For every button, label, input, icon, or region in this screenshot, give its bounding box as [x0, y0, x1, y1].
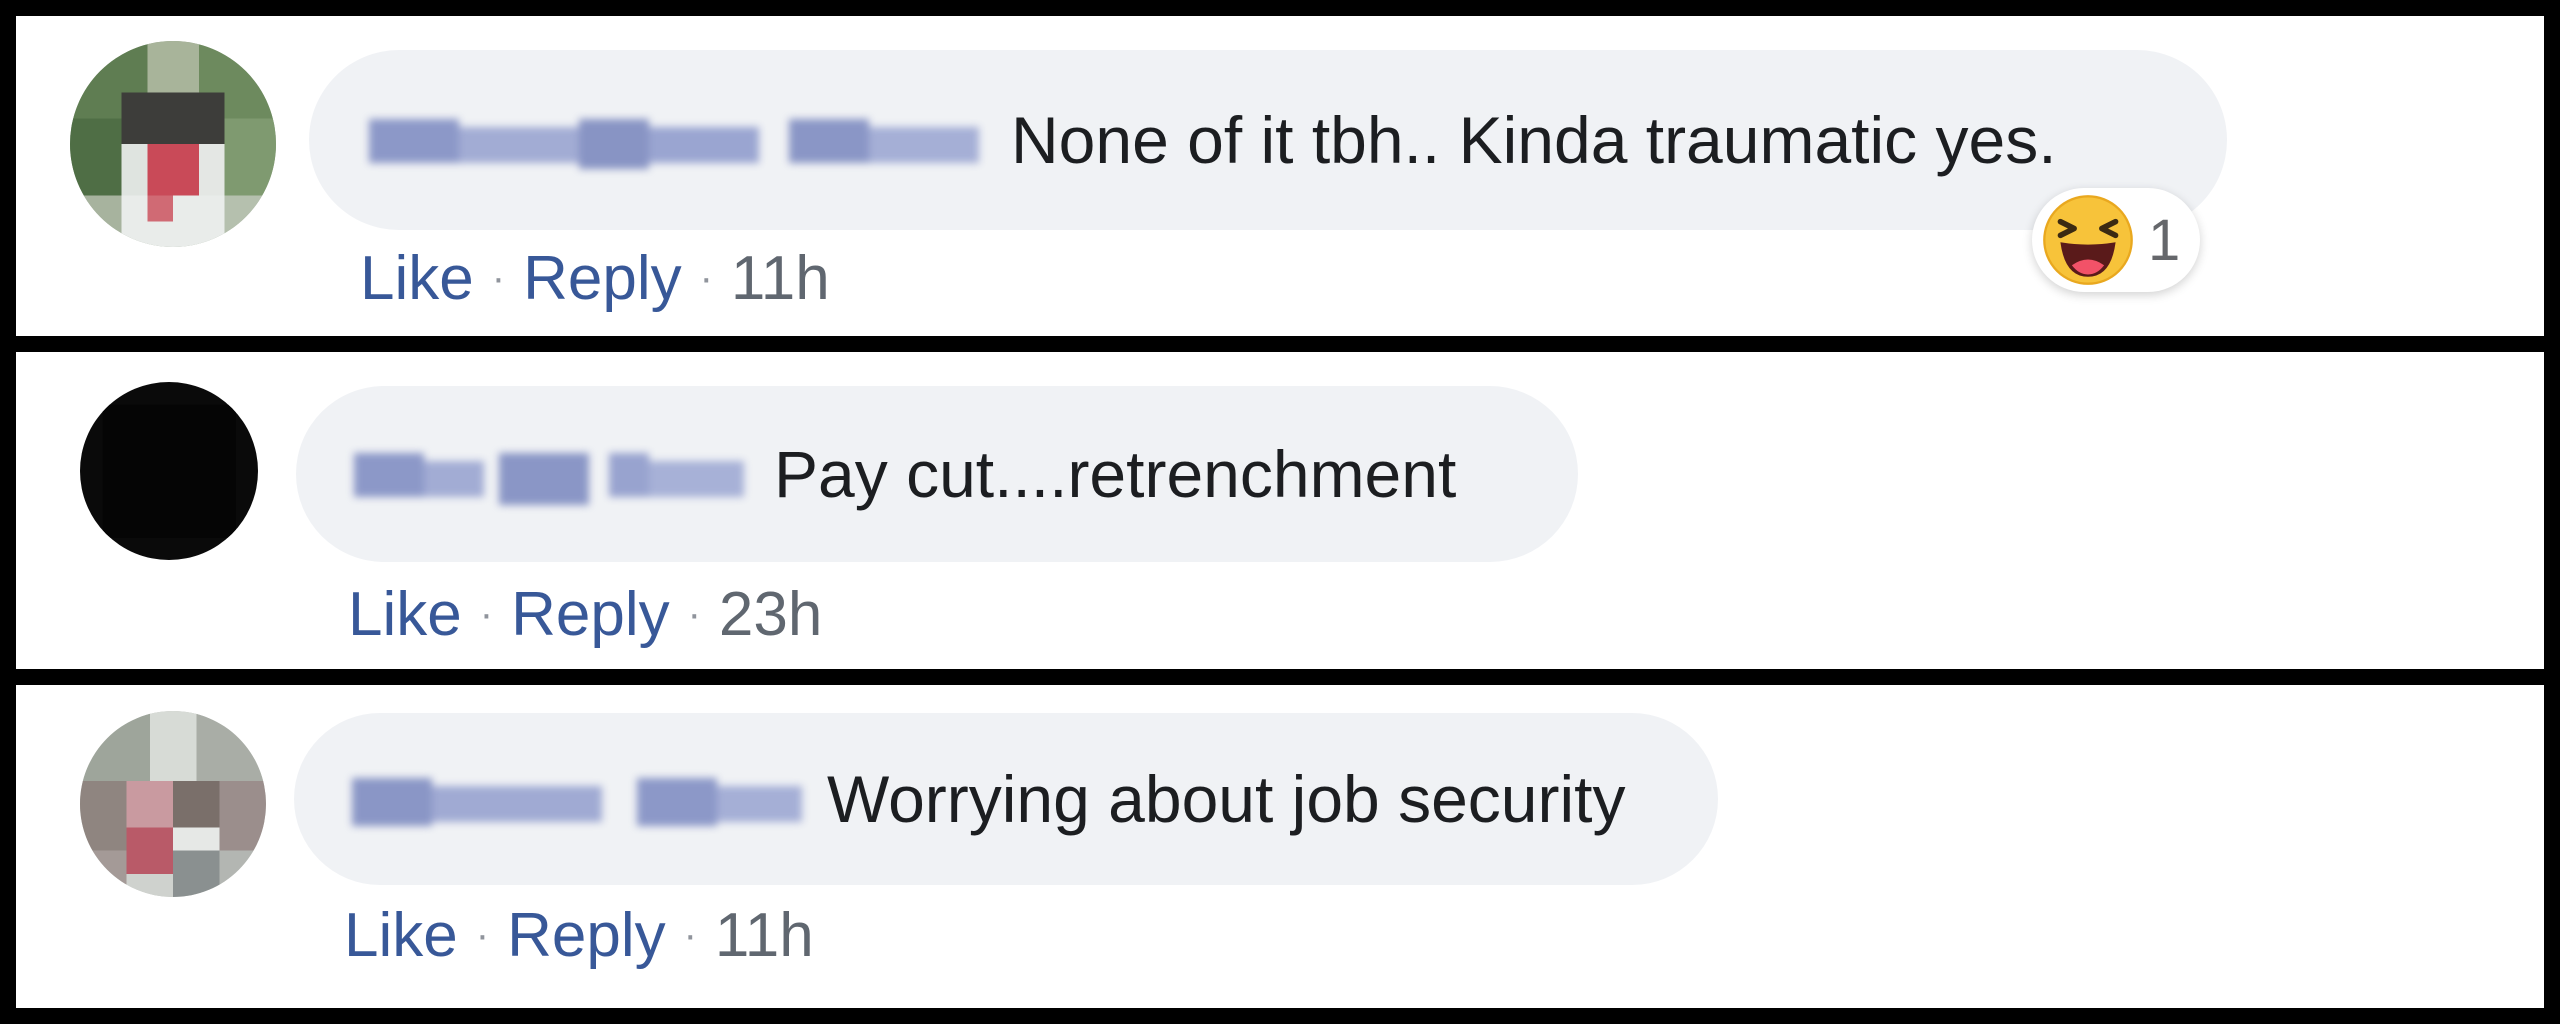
comment-actions: Like · Reply · 23h	[348, 578, 822, 650]
like-link[interactable]: Like	[344, 900, 458, 971]
separator: ·	[491, 255, 506, 300]
comment-actions: Like · Reply · 11h	[344, 899, 814, 971]
comment-bubble: Worrying about job security	[294, 713, 1718, 885]
reaction-count: 1	[2148, 207, 2181, 273]
reply-link[interactable]: Reply	[507, 900, 666, 971]
separator: ·	[475, 912, 490, 957]
reply-link[interactable]: Reply	[511, 579, 670, 650]
comment-panel-3: Worrying about job security Like · Reply…	[16, 685, 2544, 1008]
comment-text: Worrying about job security	[827, 762, 1626, 836]
timestamp-link[interactable]: 11h	[715, 900, 814, 971]
commenter-avatar[interactable]	[80, 711, 266, 897]
author-name[interactable]	[369, 105, 989, 175]
separator: ·	[687, 591, 701, 636]
comment-text: None of it tbh.. Kinda traumatic yes.	[1011, 103, 2057, 177]
comment-bubble: Pay cut....retrenchment	[296, 386, 1578, 562]
comment-panel-2: Pay cut....retrenchment Like · Reply · 2…	[16, 352, 2544, 669]
comment-panel-1: None of it tbh.. Kinda traumatic yes. 1 …	[16, 16, 2544, 336]
like-link[interactable]: Like	[348, 579, 462, 650]
separator: ·	[479, 591, 494, 636]
reaction-count-badge[interactable]: 1	[2032, 188, 2201, 292]
comment-text: Pay cut....retrenchment	[774, 437, 1457, 511]
commenter-avatar[interactable]	[70, 41, 276, 247]
separator: ·	[699, 255, 713, 300]
timestamp-link[interactable]: 23h	[719, 579, 822, 650]
separator: ·	[683, 912, 697, 957]
author-name[interactable]	[354, 439, 744, 509]
haha-emoji-icon	[2043, 195, 2133, 285]
timestamp-link[interactable]: 11h	[731, 243, 830, 314]
comment-actions: Like · Reply · 11h	[360, 242, 830, 314]
comment-bubble: None of it tbh.. Kinda traumatic yes.	[309, 50, 2227, 230]
author-name[interactable]	[352, 764, 802, 834]
like-link[interactable]: Like	[360, 243, 474, 314]
commenter-avatar[interactable]	[80, 382, 258, 560]
reply-link[interactable]: Reply	[523, 243, 682, 314]
